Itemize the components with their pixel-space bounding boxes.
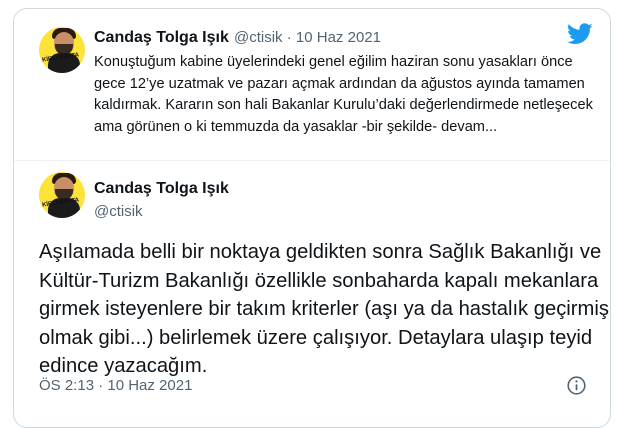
author-name[interactable]: Candaş Tolga Işık [94, 180, 229, 198]
quoted-separator: · [286, 29, 292, 46]
quoted-date[interactable]: 10 Haz 2021 [296, 29, 381, 46]
author-handle[interactable]: @ctisik [94, 203, 143, 220]
author-avatar[interactable]: KİRLİ HAFTA [39, 172, 85, 218]
quoted-meta: @ctisik · 10 Haz 2021 [234, 29, 381, 46]
quoted-author-name[interactable]: Candaş Tolga Işık [94, 29, 229, 47]
twitter-bird-icon[interactable] [567, 23, 593, 45]
tweet-timestamp[interactable]: ÖS 2:13 · 10 Haz 2021 [39, 377, 192, 394]
quoted-handle[interactable]: @ctisik [234, 29, 283, 46]
info-icon[interactable] [566, 375, 587, 396]
divider [14, 160, 610, 161]
quoted-tweet-text: Konuştuğum kabine üyelerindeki genel eği… [94, 54, 593, 135]
quoted-avatar[interactable]: KİRLİ HAFTA [39, 27, 85, 73]
tweet-text: Aşılamada belli bir noktaya geldikten so… [39, 241, 609, 378]
